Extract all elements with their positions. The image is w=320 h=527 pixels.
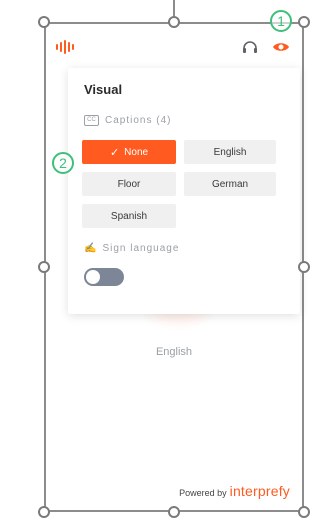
caption-option-floor[interactable]: Floor	[82, 172, 176, 196]
resize-handle-bottom-center[interactable]	[168, 506, 180, 518]
resize-handle-top-right[interactable]	[298, 16, 310, 28]
eye-icon[interactable]	[272, 41, 290, 53]
check-icon: ✓	[109, 146, 120, 159]
resize-handle-top-center[interactable]	[168, 16, 180, 28]
caption-option-label: None	[124, 146, 149, 158]
current-language-label: English	[155, 346, 193, 358]
headphones-icon[interactable]	[242, 40, 258, 54]
brand-name[interactable]: interprefy	[230, 483, 290, 499]
caption-option-german[interactable]: German	[184, 172, 276, 196]
caption-option-english[interactable]: English	[184, 140, 276, 164]
caption-option-label: English	[213, 146, 247, 158]
caption-option-label: German	[211, 178, 249, 190]
visual-settings-panel: Visual CC Captions (4) ✓ None English Fl…	[68, 68, 300, 314]
sign-language-label: Sign language	[102, 242, 180, 254]
powered-by: Powered by interprefy	[179, 483, 290, 499]
resize-handle-top-left[interactable]	[38, 16, 50, 28]
sign-language-section: ✍ Sign language	[84, 240, 179, 256]
sign-language-icon: ✍	[84, 242, 97, 254]
callout-1: 1	[270, 10, 292, 32]
callout-2: 2	[52, 152, 74, 174]
widget-topbar	[46, 24, 302, 70]
caption-option-spanish[interactable]: Spanish	[82, 204, 176, 228]
caption-option-none[interactable]: ✓ None	[82, 140, 176, 164]
resize-handle-bottom-left[interactable]	[38, 506, 50, 518]
captions-section: CC Captions (4)	[84, 112, 171, 128]
cc-icon: CC	[84, 114, 99, 126]
selection-connector	[173, 0, 175, 16]
panel-title: Visual	[84, 82, 123, 97]
powered-by-text: Powered by	[179, 488, 227, 498]
caption-option-label: Spanish	[110, 210, 148, 222]
resize-handle-middle-left[interactable]	[38, 261, 50, 273]
toggle-knob	[86, 270, 100, 284]
caption-option-label: Floor	[117, 178, 141, 190]
resize-handle-middle-right[interactable]	[298, 261, 310, 273]
interprefy-logo-icon	[56, 40, 76, 54]
resize-handle-bottom-right[interactable]	[298, 506, 310, 518]
captions-label: Captions (4)	[105, 114, 172, 126]
sign-language-toggle[interactable]	[84, 268, 124, 286]
